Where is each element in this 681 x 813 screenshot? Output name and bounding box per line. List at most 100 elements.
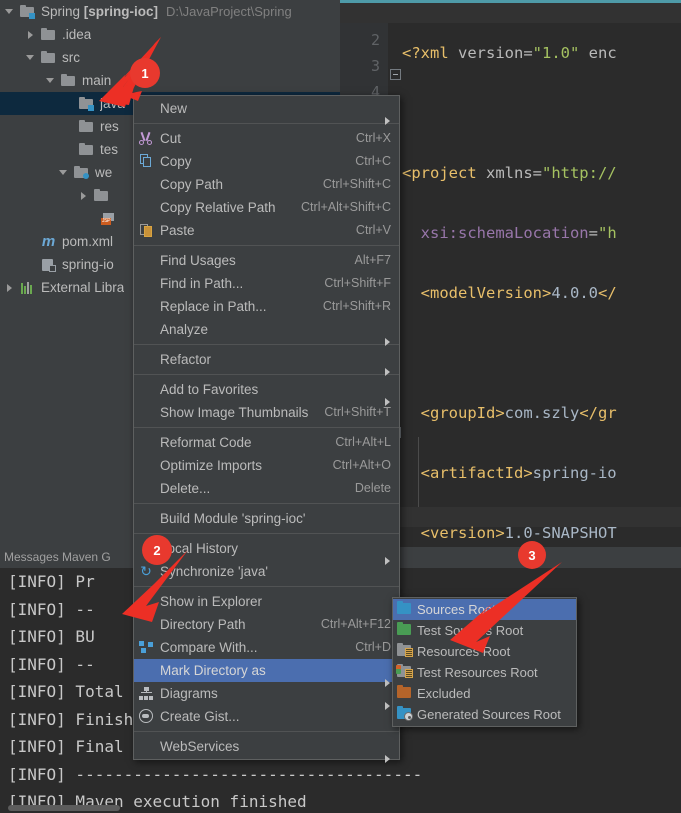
menu-item-diagrams[interactable]: Diagrams xyxy=(134,682,399,710)
code-line: <groupId>com.szly</gr xyxy=(420,404,617,422)
menu-item-create-gist[interactable]: Create Gist... xyxy=(134,705,399,728)
menu-separator xyxy=(134,731,399,732)
folder-generated-sources-icon xyxy=(393,704,417,725)
tree-label-resources: res xyxy=(100,119,119,134)
menu-item-add-to-favorites[interactable]: Add to Favorites xyxy=(134,378,399,406)
no-icon xyxy=(134,196,160,219)
no-icon xyxy=(134,318,160,341)
menu-item-build-module[interactable]: Build Module 'spring-ioc' xyxy=(134,507,399,530)
submenu-item-generated-sources-root[interactable]: Generated Sources Root xyxy=(393,704,576,725)
annotation-badge-1: 1 xyxy=(130,58,160,88)
folder-web-icon xyxy=(73,165,90,181)
menu-item-copy-path[interactable]: Copy Path Ctrl+Shift+C xyxy=(134,173,399,196)
menu-item-delete[interactable]: Delete... Delete xyxy=(134,477,399,500)
folder-module-icon xyxy=(19,4,36,20)
no-icon xyxy=(134,249,160,272)
tree-label-test: tes xyxy=(100,142,119,157)
tree-row-main[interactable]: main xyxy=(0,69,340,92)
no-icon xyxy=(134,507,160,530)
horizontal-scrollbar[interactable] xyxy=(8,805,120,811)
console-line: [INFO] ---------------------------------… xyxy=(8,764,423,784)
code-fold-toggle[interactable] xyxy=(390,69,401,80)
no-icon xyxy=(134,659,160,682)
menu-item-copy[interactable]: Copy Ctrl+C xyxy=(134,150,399,173)
menu-item-find-usages[interactable]: Find Usages Alt+F7 xyxy=(134,249,399,272)
menu-separator xyxy=(134,374,399,375)
tree-label-external-libraries: External Libra xyxy=(41,280,125,295)
tree-row-src[interactable]: src xyxy=(0,46,340,69)
folder-sources-icon xyxy=(78,96,95,112)
annotation-badge-2: 2 xyxy=(142,535,172,565)
menu-item-find-in-path[interactable]: Find in Path... Ctrl+Shift+F xyxy=(134,272,399,295)
folder-test-sources-icon xyxy=(393,620,417,641)
no-icon xyxy=(134,454,160,477)
tree-path-spring: D:\JavaProject\Spring xyxy=(166,4,292,19)
chevron-down-icon[interactable] xyxy=(45,69,58,92)
diagrams-icon xyxy=(134,682,160,705)
chevron-right-icon[interactable] xyxy=(78,184,91,207)
menu-item-new[interactable]: New xyxy=(134,97,399,125)
no-icon xyxy=(134,401,160,424)
code-line: <modelVersion>4.0.0</ xyxy=(420,284,617,302)
menu-separator xyxy=(134,533,399,534)
menu-item-show-image-thumbnails[interactable]: Show Image Thumbnails Ctrl+Shift+T xyxy=(134,401,399,424)
tree-row-idea[interactable]: .idea xyxy=(0,23,340,46)
module-file-icon xyxy=(40,257,57,273)
menu-item-refactor[interactable]: Refactor xyxy=(134,348,399,376)
folder-icon xyxy=(78,119,95,135)
menu-separator xyxy=(134,123,399,124)
menu-item-paste[interactable]: Paste Ctrl+V xyxy=(134,219,399,242)
code-content[interactable]: <?xml version="1.0" enc <project xmlns="… xyxy=(402,3,681,547)
gist-icon xyxy=(134,705,160,728)
chevron-right-icon[interactable] xyxy=(4,276,17,299)
menu-item-webservices[interactable]: WebServices xyxy=(134,735,399,763)
tree-label-pom: pom.xml xyxy=(62,234,114,249)
line-number: 2 xyxy=(370,31,380,49)
token-xml-decl: <?xml xyxy=(402,44,449,62)
chevron-right-icon[interactable] xyxy=(25,23,38,46)
menu-item-reformat-code[interactable]: Reformat Code Ctrl+Alt+L xyxy=(134,431,399,454)
menu-separator xyxy=(134,344,399,345)
no-icon xyxy=(134,348,160,371)
submenu-item-test-resources-root[interactable]: Test Resources Root xyxy=(393,662,576,683)
chevron-down-icon[interactable] xyxy=(58,161,71,184)
chevron-down-icon[interactable] xyxy=(25,46,38,69)
no-icon xyxy=(134,272,160,295)
menu-separator xyxy=(134,427,399,428)
menu-item-copy-relative-path[interactable]: Copy Relative Path Ctrl+Alt+Shift+C xyxy=(134,196,399,219)
folder-icon xyxy=(40,27,57,43)
folder-excluded-icon xyxy=(393,683,417,704)
menu-item-analyze[interactable]: Analyze xyxy=(134,318,399,346)
menu-item-mark-directory-as[interactable]: Mark Directory as xyxy=(134,659,399,687)
code-line: <artifactId>spring-io xyxy=(420,464,617,482)
menu-item-replace-in-path[interactable]: Replace in Path... Ctrl+Shift+R xyxy=(134,295,399,318)
tree-row-spring[interactable]: Spring [spring-ioc] D:\JavaProject\Spring xyxy=(0,0,340,23)
code-line: xsi:schemaLocation="h xyxy=(420,224,617,242)
folder-icon xyxy=(93,188,110,204)
chevron-down-icon[interactable] xyxy=(4,0,17,23)
submenu-item-excluded[interactable]: Excluded xyxy=(393,683,576,704)
console-tab-label[interactable]: Messages Maven G xyxy=(4,550,111,564)
indent-guide xyxy=(418,437,419,507)
maven-file-icon: m xyxy=(41,232,56,250)
line-number: 3 xyxy=(370,57,380,75)
menu-separator xyxy=(134,503,399,504)
jsp-file-icon: JSP xyxy=(100,211,117,227)
tree-label-spring: Spring xyxy=(41,4,81,19)
menu-item-optimize-imports[interactable]: Optimize Imports Ctrl+Alt+O xyxy=(134,454,399,477)
no-icon xyxy=(134,295,160,318)
code-line: <project xmlns="http:// xyxy=(402,164,617,182)
annotation-arrow-3 xyxy=(450,562,562,653)
menu-item-cut[interactable]: Cut Ctrl+X xyxy=(134,127,399,150)
menu-item-compare-with[interactable]: Compare With... Ctrl+D xyxy=(134,636,399,659)
library-icon xyxy=(19,280,36,296)
context-menu[interactable]: New Cut Ctrl+X Copy Ctrl+C Copy Path Ctr… xyxy=(133,95,400,763)
folder-icon xyxy=(40,50,57,66)
copy-icon xyxy=(134,150,160,173)
no-icon xyxy=(134,477,160,500)
code-line: <?xml version="1.0" enc xyxy=(402,44,617,62)
cut-icon xyxy=(134,127,160,150)
folder-icon xyxy=(78,142,95,158)
